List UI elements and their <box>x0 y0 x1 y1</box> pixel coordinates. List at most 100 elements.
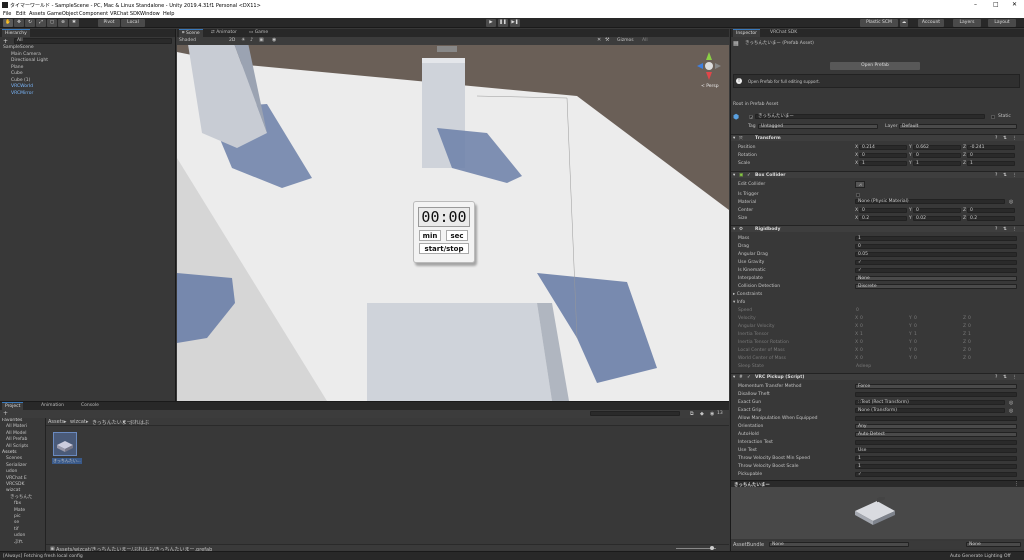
hierarchy-item[interactable]: Directional Light <box>11 58 48 64</box>
project-tree-item[interactable]: se <box>14 520 19 526</box>
vector-y-field[interactable]: 0.02 <box>913 216 961 221</box>
project-tree-item[interactable]: Serializer <box>6 463 27 469</box>
hierarchy-item[interactable]: SampleScene <box>3 45 34 51</box>
menu-assets[interactable]: Assets <box>29 11 45 17</box>
preview-header[interactable]: きっちんたいまー ⋮ <box>731 480 1024 488</box>
breadcrumb-assets[interactable]: Assets <box>48 419 64 425</box>
timer-startstop-button[interactable]: start/stop <box>419 243 469 254</box>
project-tree-item[interactable]: All Model <box>6 431 27 437</box>
pause-button[interactable]: ❚❚ <box>498 19 508 27</box>
tag-dropdown[interactable]: Untagged <box>758 124 878 129</box>
vector-y-field[interactable]: 0 <box>913 208 961 213</box>
scale-tool-icon[interactable]: ⤢ <box>36 19 46 27</box>
layout-dropdown[interactable]: Layout <box>988 19 1016 27</box>
hidden-objects-icon[interactable]: ◉ <box>272 37 276 43</box>
pickup-row-value[interactable]: 1 <box>855 456 1017 461</box>
breadcrumb-prefab[interactable]: ぷれはぶ <box>129 419 149 426</box>
vector-z-field[interactable]: 0 <box>967 208 1015 213</box>
plastic-scm-button[interactable]: Plastic SCM <box>860 19 898 27</box>
context-menu-icon[interactable]: ⋮ <box>1012 136 1017 141</box>
object-picker-icon[interactable]: ◎ <box>1009 408 1013 414</box>
help-icon[interactable]: ? <box>995 136 997 141</box>
lighting-icon[interactable]: ☀ <box>241 37 245 43</box>
move-tool-icon[interactable]: ✥ <box>14 19 24 27</box>
pickup-row-value[interactable]: Any <box>855 424 1017 429</box>
object-picker-icon[interactable]: ◎ <box>1009 400 1013 406</box>
project-tree-item[interactable]: All Prefab <box>6 437 27 443</box>
layer-dropdown[interactable]: Default <box>899 124 1017 129</box>
transform-tool-icon[interactable]: ⊕ <box>58 19 68 27</box>
kitchen-timer-object[interactable]: 00:00 min sec start/stop <box>413 201 475 263</box>
rigidbody-row-value[interactable]: ✓ <box>855 268 1017 273</box>
menu-edit[interactable]: Edit <box>16 11 26 17</box>
vector-z-field[interactable]: 1 <box>967 161 1015 166</box>
project-tree-item[interactable]: きっちんた <box>10 495 32 501</box>
vrc-pickup-enabled[interactable]: ✓ <box>747 375 751 380</box>
gizmos-dropdown[interactable]: Gizmos <box>617 38 634 43</box>
hierarchy-item[interactable]: Main Camera <box>11 52 41 58</box>
project-create-button[interactable]: + <box>3 410 8 417</box>
active-checkbox[interactable]: ✓ <box>749 115 753 120</box>
tab-animator[interactable]: ⇄ Animator <box>208 29 240 37</box>
timer-min-button[interactable]: min <box>419 230 441 241</box>
vector-x-field[interactable]: 0.214 <box>859 145 907 150</box>
zoom-slider-handle[interactable] <box>710 546 714 550</box>
vector-z-field[interactable]: -0.241 <box>967 145 1015 150</box>
local-button[interactable]: Local <box>121 19 145 27</box>
cloud-icon[interactable]: ☁ <box>900 19 908 27</box>
play-button[interactable]: ▶ <box>486 19 496 27</box>
object-picker-icon[interactable]: ◎ <box>1009 199 1013 205</box>
pickup-row-value[interactable] <box>855 416 1017 421</box>
context-menu-icon-4[interactable]: ⋮ <box>1012 375 1017 380</box>
rect-tool-icon[interactable]: ▢ <box>47 19 57 27</box>
hierarchy-search-input[interactable]: All <box>14 38 172 44</box>
2d-toggle[interactable]: 2D <box>229 38 235 43</box>
assetbundle-variant-dropdown[interactable]: None <box>966 542 1021 547</box>
persp-label[interactable]: < Persp <box>701 84 719 89</box>
layers-dropdown[interactable]: Layers <box>953 19 981 27</box>
project-tree-item[interactable]: tif <box>14 527 19 533</box>
open-prefab-button[interactable]: Open Prefab <box>830 62 920 70</box>
vector-x-field[interactable]: 1 <box>859 161 907 166</box>
vector-y-field[interactable]: 0.662 <box>913 145 961 150</box>
tab-game[interactable]: ▭ Game <box>246 29 271 37</box>
pickup-row-value[interactable] <box>855 440 1017 445</box>
status-message[interactable]: [Always] Fetching fresh local config <box>3 554 83 559</box>
project-tree-item[interactable]: fbx <box>14 501 21 507</box>
project-tree-item[interactable]: All Materi <box>6 424 27 430</box>
vrc-pickup-header[interactable]: ▾ # ✓ VRC Pickup (Script) ? ⇅ ⋮ <box>731 373 1024 380</box>
rigidbody-row-value[interactable]: None <box>855 276 1017 281</box>
vector-x-field[interactable]: 0 <box>859 153 907 158</box>
hierarchy-item[interactable]: Cube (1) <box>11 78 30 84</box>
vector-z-field[interactable]: 0 <box>967 153 1015 158</box>
pickup-row-value[interactable]: ::Text (Rect Transform) <box>855 400 1005 405</box>
minimize-icon[interactable]: – <box>974 1 977 8</box>
rotate-tool-icon[interactable]: ↻ <box>25 19 35 27</box>
hierarchy-item[interactable]: Cube <box>11 71 23 77</box>
menu-component[interactable]: Component <box>79 11 108 17</box>
pickup-row-value[interactable] <box>855 392 1017 397</box>
step-button[interactable]: ▶❚ <box>510 19 520 27</box>
pickup-row-value[interactable]: Force <box>855 384 1017 389</box>
tab-hierarchy[interactable]: Hierarchy <box>2 29 30 37</box>
close-icon[interactable]: ✕ <box>1012 1 1017 8</box>
shading-dropdown[interactable]: Shaded <box>179 38 196 43</box>
pickup-row-value[interactable]: Use <box>855 448 1017 453</box>
vector-y-field[interactable]: 0 <box>913 153 961 158</box>
preset-icon-3[interactable]: ⇅ <box>1003 227 1007 232</box>
menu-help[interactable]: Help <box>163 11 174 17</box>
orientation-gizmo[interactable] <box>695 50 723 84</box>
hierarchy-item[interactable]: VRCMirror <box>11 91 33 97</box>
tab-vrchat-sdk[interactable]: VRChat SDK <box>767 29 800 37</box>
pickup-row-value[interactable]: Auto Detect <box>855 432 1017 437</box>
hand-tool-icon[interactable]: ✋ <box>3 19 13 27</box>
tab-inspector[interactable]: Inspector <box>733 29 760 37</box>
account-dropdown[interactable]: Account <box>918 19 944 27</box>
menu-window[interactable]: Window <box>140 11 160 17</box>
help-icon-3[interactable]: ? <box>995 227 997 232</box>
project-tree-item[interactable]: Scenes <box>6 456 22 462</box>
project-tree-item[interactable]: udon <box>14 533 25 539</box>
context-menu-icon-2[interactable]: ⋮ <box>1012 173 1017 178</box>
info-foldout[interactable]: ▾ Info <box>733 300 745 305</box>
rigidbody-row-value[interactable]: 0 <box>855 244 1017 249</box>
